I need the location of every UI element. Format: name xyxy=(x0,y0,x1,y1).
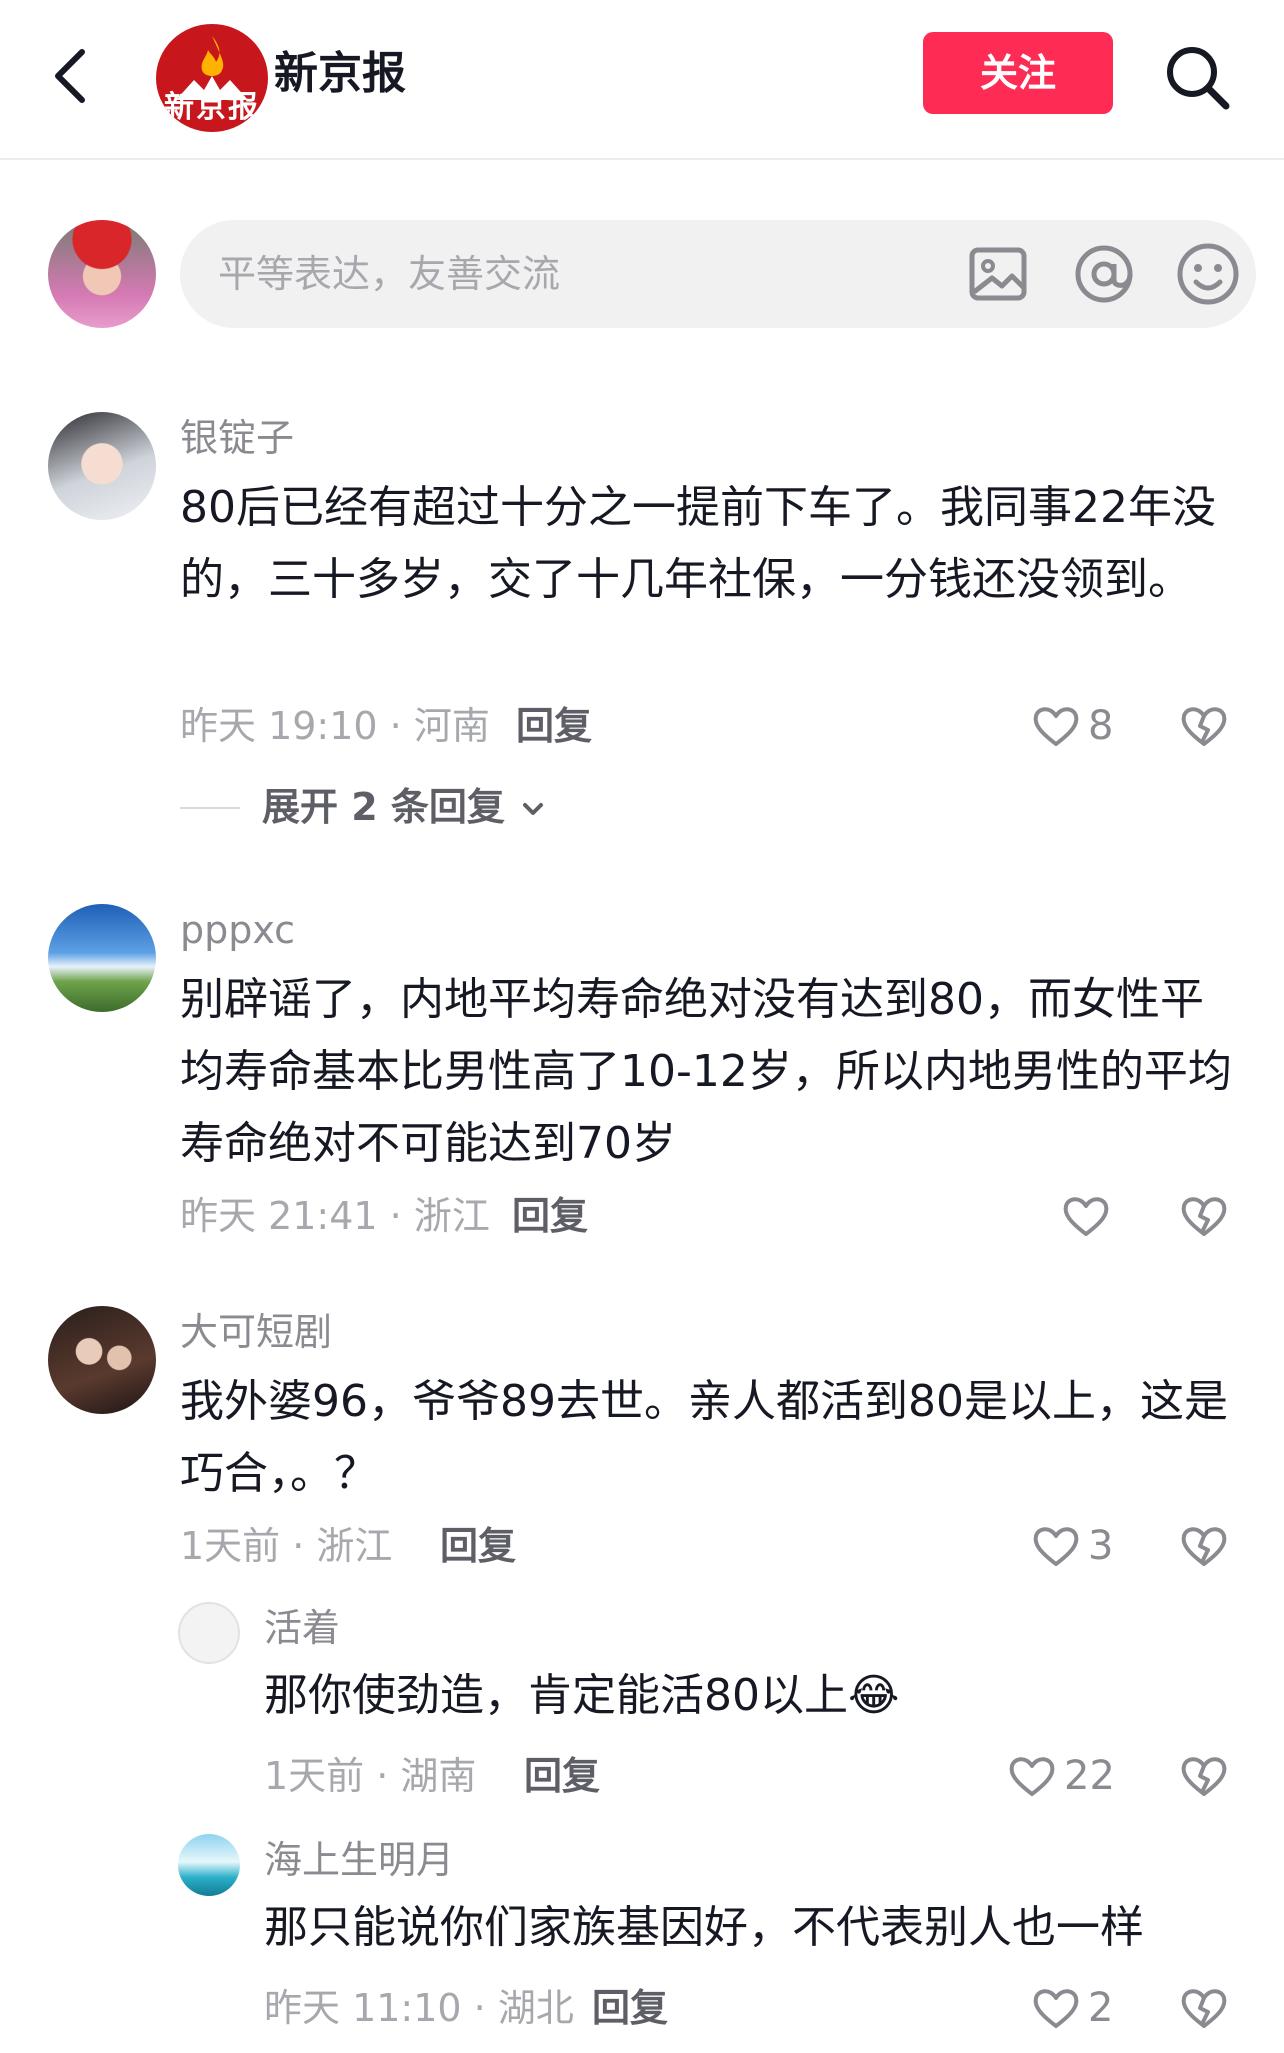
reply-meta: 昨天 11:10 · 湖北 xyxy=(264,1986,574,2030)
comment-text: 别辟谣了，内地平均寿命绝对没有达到80，而女性平均寿命基本比男性高了10-12岁… xyxy=(180,974,1232,1169)
reply-text: 那你使劲造，肯定能活80以上😂 xyxy=(264,1670,900,1721)
search-icon xyxy=(1167,47,1230,110)
emoji-button[interactable] xyxy=(1168,234,1248,314)
reply-button[interactable]: 回复 xyxy=(516,700,592,752)
reply-username[interactable]: 活着 xyxy=(264,1602,340,1654)
comment-meta: 昨天 21:41 · 浙江 xyxy=(180,1194,490,1238)
expand-replies-label: 展开 2 条回复 xyxy=(262,785,505,829)
follow-button[interactable]: 关注 xyxy=(923,32,1113,114)
comment-meta: 昨天 19:10 · 河南 xyxy=(180,704,490,748)
heart-icon[interactable] xyxy=(1030,1520,1082,1572)
avatar[interactable] xyxy=(48,412,156,520)
comment-username[interactable]: 银锭子 xyxy=(180,412,294,464)
like-count: 2 xyxy=(1088,1985,1114,2031)
comment-meta: 1天前 · 浙江 xyxy=(180,1524,393,1568)
like-count: 3 xyxy=(1088,1523,1114,1569)
broken-heart-icon[interactable] xyxy=(1178,700,1230,752)
account-logo[interactable]: 新京报 xyxy=(156,24,268,132)
heart-icon[interactable] xyxy=(1006,1750,1058,1802)
reply-meta: 1天前 · 湖南 xyxy=(264,1754,477,1798)
expand-divider xyxy=(180,807,240,809)
chevron-down-icon xyxy=(523,802,544,815)
heart-icon[interactable] xyxy=(1030,700,1082,752)
comment-text: 我外婆96，爷爷89去世。亲人都活到80是以上，这是巧合，。？ xyxy=(180,1376,1228,1499)
comment-username[interactable]: pppxc xyxy=(180,904,295,956)
comment-input-placeholder: 平等表达，友善交流 xyxy=(218,252,561,296)
mention-button[interactable] xyxy=(1064,234,1144,314)
broken-heart-icon[interactable] xyxy=(1178,1190,1230,1242)
avatar[interactable] xyxy=(178,1602,240,1664)
reply-text: 那只能说你们家族基因好，不代表别人也一样 xyxy=(264,1902,1144,1953)
back-arrow-icon xyxy=(55,49,85,103)
like-count: 22 xyxy=(1064,1753,1115,1799)
back-button[interactable] xyxy=(44,42,104,110)
account-name[interactable]: 新京报 xyxy=(274,44,406,104)
image-button[interactable] xyxy=(958,234,1038,314)
broken-heart-icon[interactable] xyxy=(1178,1982,1230,2034)
comment-text: 80后已经有超过十分之一提前下车了。我同事22年没的，三十多岁，交了十几年社保，… xyxy=(180,482,1216,605)
comment-username[interactable]: 大可短剧 xyxy=(180,1306,332,1358)
broken-heart-icon[interactable] xyxy=(1178,1750,1230,1802)
at-icon xyxy=(1075,245,1133,303)
expand-replies-button[interactable]: 展开 2 条回复 xyxy=(262,780,548,834)
logo-text: 新京报 xyxy=(164,90,260,125)
heart-icon[interactable] xyxy=(1060,1190,1112,1242)
avatar[interactable] xyxy=(48,1306,156,1414)
smiley-icon xyxy=(1177,243,1239,305)
avatar[interactable] xyxy=(48,904,156,1012)
reply-button[interactable]: 回复 xyxy=(440,1520,516,1572)
reply-button[interactable]: 回复 xyxy=(512,1190,588,1242)
search-button[interactable] xyxy=(1160,40,1236,116)
reply-username[interactable]: 海上生明月 xyxy=(264,1834,454,1886)
heart-icon[interactable] xyxy=(1030,1982,1082,2034)
image-icon xyxy=(969,247,1027,301)
my-avatar[interactable] xyxy=(48,220,156,328)
reply-button[interactable]: 回复 xyxy=(592,1982,668,2034)
like-count: 8 xyxy=(1088,703,1114,749)
reply-button[interactable]: 回复 xyxy=(524,1750,600,1802)
broken-heart-icon[interactable] xyxy=(1178,1520,1230,1572)
avatar[interactable] xyxy=(178,1834,240,1896)
